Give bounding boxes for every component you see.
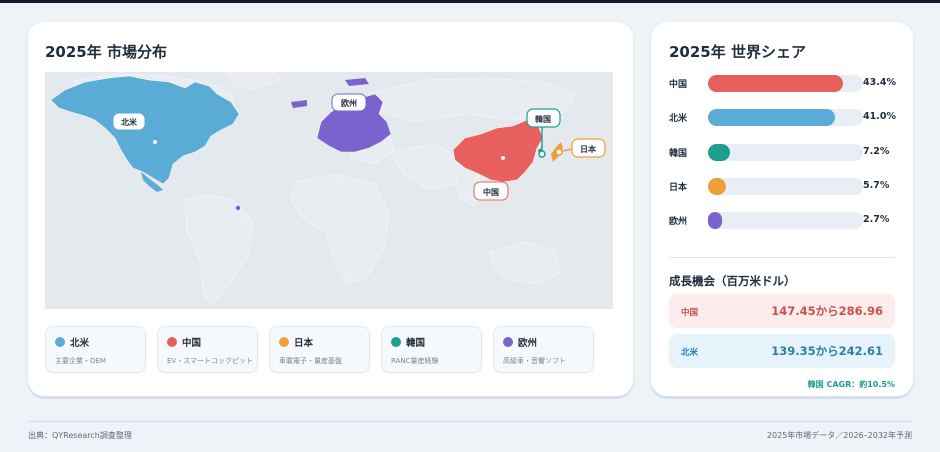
footer-divider [28, 421, 913, 422]
korea-tag: 韓国 [526, 108, 561, 128]
legend-item-korea: 韓国 RANC量産経験 [381, 326, 482, 373]
world-share-card: 2025年 世界シェア 中国 43.4% 北米 41.0% 韓国 7.2% 日本… [651, 22, 913, 396]
divider [669, 257, 895, 258]
share-track [708, 144, 863, 161]
share-value: 7.2% [863, 146, 890, 157]
japan-tag: 日本 [571, 138, 606, 158]
europe-tag: 欧州 [331, 93, 367, 112]
china-tag: 中国 [473, 181, 509, 201]
legend-item-europe: 欧州 高級車・音響ソフト [493, 326, 594, 373]
share-label: 欧州 [669, 217, 688, 227]
world-map-svg: 北米 欧州 中国 韓国 日本 [50, 72, 606, 305]
share-value: 43.4% [863, 77, 896, 88]
share-track [708, 178, 863, 195]
share-row-korea: 韓国 7.2% [669, 142, 895, 162]
legend-name: 韓国 [406, 338, 426, 349]
share-track [708, 75, 863, 92]
share-fill-europe [708, 212, 722, 229]
opportunity-value: 147.45から286.96 [771, 304, 883, 318]
share-fill-japan [708, 178, 726, 195]
world-map: 北米 欧州 中国 韓国 日本 [45, 72, 613, 309]
footer-note: 2025年市場データ／2026–2032年予測 [766, 431, 912, 440]
share-fill-north-america [708, 109, 836, 126]
share-row-japan: 日本 5.7% [669, 176, 895, 196]
legend-item-japan: 日本 車載電子・量産基盤 [269, 326, 370, 373]
svg-text:日本: 日本 [580, 144, 596, 154]
share-fill-china [708, 75, 843, 92]
market-distribution-card: 2025年 市場分布 北米 欧州 中国 韓国 日本 北米 主要企業・OEM 中国… [28, 22, 633, 396]
growth-title: 成長機会（百万米ドル） [669, 274, 796, 288]
share-label: 北米 [669, 114, 688, 124]
share-track [708, 212, 863, 229]
map-card-title: 2025年 市場分布 [45, 43, 167, 61]
legend-name: 中国 [182, 338, 202, 349]
legend-item-china: 中国 EV・スマートコックピット [157, 326, 258, 373]
north-america-dot [55, 337, 65, 347]
footer-source: 出典：QYResearch調査整理 [28, 431, 132, 440]
legend-item-north-america: 北米 主要企業・OEM [45, 326, 146, 373]
svg-text:韓国: 韓国 [535, 114, 551, 124]
top-bar [0, 0, 940, 3]
north-america-region [50, 75, 240, 185]
legend-desc: RANC量産経験 [391, 357, 439, 365]
share-fill-korea [708, 144, 731, 161]
svg-text:欧州: 欧州 [341, 98, 357, 108]
europe-dot [503, 337, 513, 347]
north-america-tag: 北米 [112, 112, 146, 131]
legend-name: 日本 [294, 338, 314, 349]
legend-name: 北米 [70, 338, 90, 349]
map-legend: 北米 主要企業・OEM 中国 EV・スマートコックピット 日本 車載電子・量産基… [45, 326, 605, 374]
opportunity-label: 中国 [681, 308, 699, 318]
share-value: 41.0% [863, 111, 896, 122]
opportunity-china: 中国 147.45から286.96 [669, 294, 895, 328]
korea-dot [391, 337, 401, 347]
share-value: 2.7% [863, 214, 890, 225]
legend-name: 欧州 [518, 338, 538, 349]
legend-desc: 車載電子・量産基盤 [279, 357, 342, 365]
legend-desc: 主要企業・OEM [55, 357, 106, 365]
svg-text:中国: 中国 [483, 187, 499, 197]
opportunity-value: 139.35から242.61 [771, 344, 883, 358]
share-track [708, 109, 863, 126]
share-card-title: 2025年 世界シェア [669, 43, 806, 61]
korea-cagr-note: 韓国 CAGR：約10.5% [807, 380, 895, 389]
share-label: 中国 [669, 80, 688, 90]
share-row-north-america: 北米 41.0% [669, 107, 896, 127]
share-row-china: 中国 43.4% [669, 73, 896, 93]
share-row-europe: 欧州 2.7% [669, 210, 895, 230]
china-dot [167, 337, 177, 347]
share-label: 日本 [669, 183, 688, 193]
share-label: 韓国 [669, 149, 688, 159]
legend-desc: 高級車・音響ソフト [503, 357, 566, 365]
share-value: 5.7% [863, 180, 890, 191]
opportunity-north-america: 北米 139.35から242.61 [669, 334, 895, 368]
legend-desc: EV・スマートコックピット [167, 357, 254, 365]
opportunity-label: 北米 [681, 348, 699, 358]
japan-dot [279, 337, 289, 347]
svg-text:北米: 北米 [121, 117, 138, 127]
